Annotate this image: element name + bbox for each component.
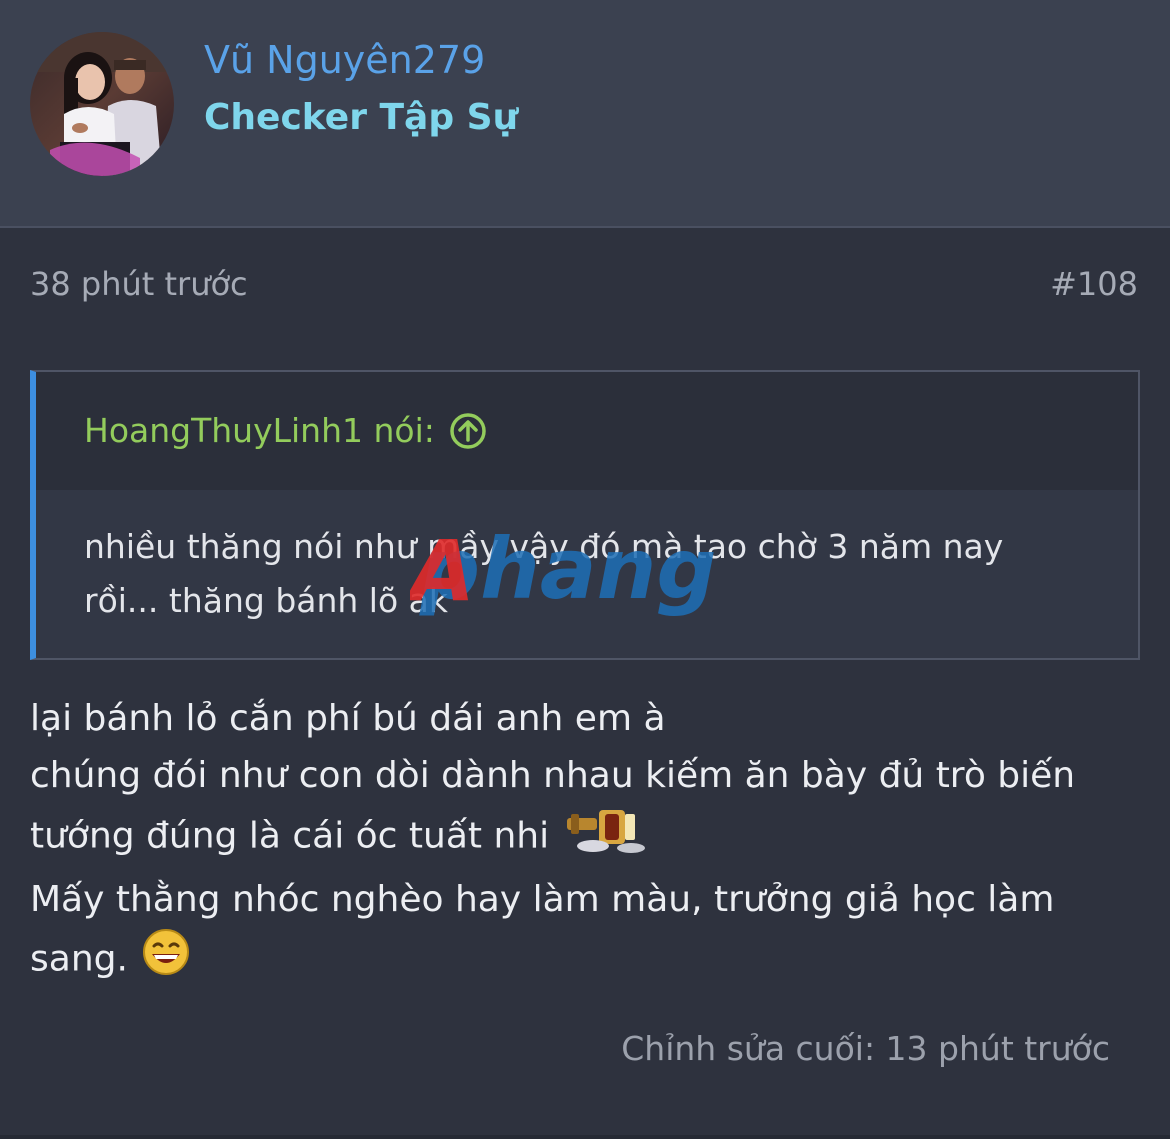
- quote-author-label: HoangThuyLinh1 nói:: [84, 411, 435, 450]
- quote-text-line: nhiều thăng nói như mầy vậy đó mà tao ch…: [84, 527, 1004, 566]
- post-body-text: sang.: [30, 938, 128, 980]
- quote-text-line: rồi... thăng bánh lõ ak: [84, 581, 448, 620]
- post-timestamp[interactable]: 38 phút trước: [30, 262, 248, 306]
- user-header: Vũ Nguyên279 Checker Tập Sự: [0, 0, 1170, 228]
- avatar[interactable]: [30, 32, 174, 176]
- user-title: Checker Tập Sự: [204, 97, 519, 138]
- post-body-line: Mấy thằng nhóc nghèo hay làm màu, trưởng…: [30, 879, 1055, 920]
- post-body-line: lại bánh lỏ cắn phí bú dái anh em à: [30, 698, 666, 739]
- post-container: Vũ Nguyên279 Checker Tập Sự 38 phút trướ…: [0, 0, 1170, 1139]
- laughing-emoji-icon: [142, 928, 190, 993]
- last-edited: Chỉnh sửa cuối: 13 phút trước: [621, 1029, 1110, 1068]
- post-body-line: sang.: [30, 928, 1130, 993]
- username[interactable]: Vũ Nguyên279: [204, 36, 485, 84]
- post-number[interactable]: #108: [1050, 262, 1138, 306]
- quote-author-link[interactable]: HoangThuyLinh1 nói:: [84, 408, 487, 454]
- post-body-line: tướng đúng là cái óc tuất nhi: [30, 804, 1130, 871]
- divider: [0, 1135, 1170, 1139]
- arrow-up-circle-icon[interactable]: [449, 412, 487, 450]
- quote-header: HoangThuyLinh1 nói:: [36, 372, 1138, 490]
- gavel-emoji-icon: [563, 804, 651, 871]
- quote-text: nhiều thăng nói như mầy vậy đó mà tao ch…: [84, 520, 1084, 628]
- post-body-text: tướng đúng là cái óc tuất nhi: [30, 815, 550, 857]
- post-body-line: chúng đói như con dòi dành nhau kiếm ăn …: [30, 755, 1076, 796]
- quote-block: HoangThuyLinh1 nói: nhiều thăng nói như …: [30, 370, 1140, 660]
- post-body: lại bánh lỏ cắn phí bú dái anh em à chún…: [30, 690, 1130, 993]
- avatar-image: [30, 32, 174, 176]
